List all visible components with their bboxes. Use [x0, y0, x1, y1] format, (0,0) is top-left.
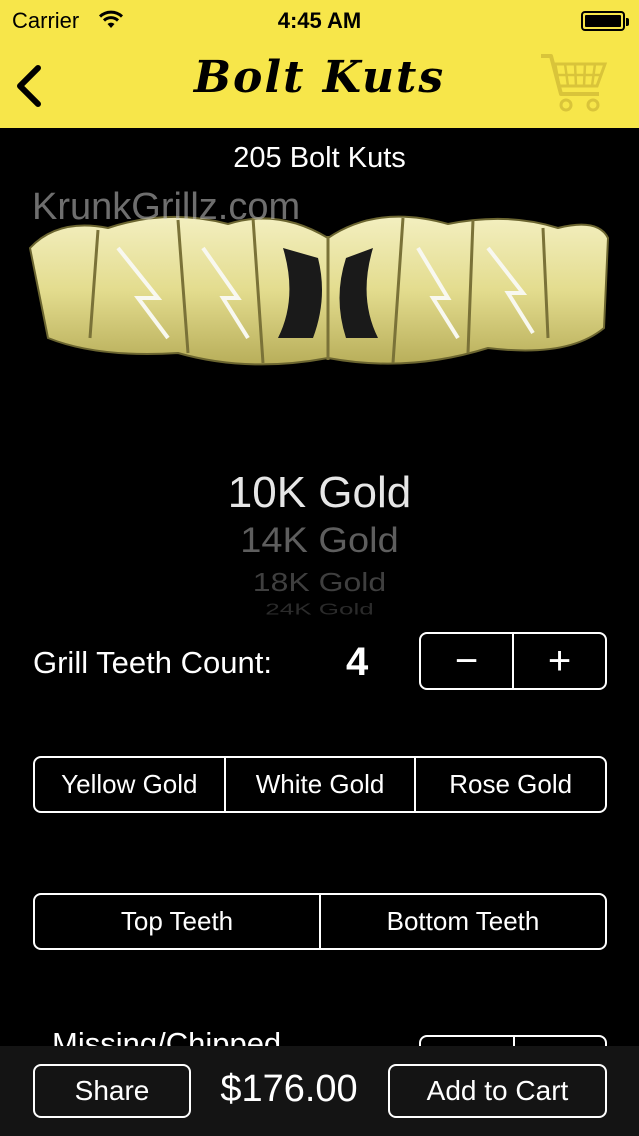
segment-top-teeth[interactable]: Top Teeth: [35, 895, 319, 948]
segment-rose-gold[interactable]: Rose Gold: [414, 758, 605, 811]
price-label: $176.00: [220, 1068, 358, 1110]
share-button[interactable]: Share: [33, 1064, 191, 1118]
picker-option[interactable]: 24K Gold: [0, 600, 639, 619]
teeth-count-stepper[interactable]: − +: [419, 632, 607, 690]
teeth-position-segmented-control[interactable]: Top Teeth Bottom Teeth: [33, 893, 607, 950]
picker-option[interactable]: 14K Gold: [0, 522, 639, 562]
status-bar: Carrier 4:45 AM: [0, 0, 639, 40]
battery-icon: [581, 11, 629, 31]
segment-bottom-teeth[interactable]: Bottom Teeth: [319, 895, 605, 948]
picker-option[interactable]: 18K Gold: [0, 567, 639, 597]
shopping-cart-icon[interactable]: [539, 50, 609, 114]
product-title: 205 Bolt Kuts: [233, 142, 406, 174]
decrement-button[interactable]: −: [421, 634, 512, 688]
metal-color-segmented-control[interactable]: Yellow Gold White Gold Rose Gold: [33, 756, 607, 813]
teeth-count-value: 4: [346, 640, 369, 684]
navigation-bar: Carrier 4:45 AM Bolt Kuts: [0, 0, 639, 128]
watermark-text: KrunkGrillz.com: [32, 186, 301, 228]
clock: 4:45 AM: [277, 8, 362, 33]
add-to-cart-button[interactable]: Add to Cart: [388, 1064, 607, 1118]
picker-option-selected[interactable]: 10K Gold: [0, 468, 639, 518]
teeth-count-label: Grill Teeth Count:: [33, 645, 272, 680]
segment-white-gold[interactable]: White Gold: [223, 758, 415, 811]
segment-yellow-gold[interactable]: Yellow Gold: [35, 758, 224, 811]
karat-picker[interactable]: 10K Gold 14K Gold 18K Gold 24K Gold: [0, 462, 639, 622]
increment-button[interactable]: +: [512, 634, 605, 688]
